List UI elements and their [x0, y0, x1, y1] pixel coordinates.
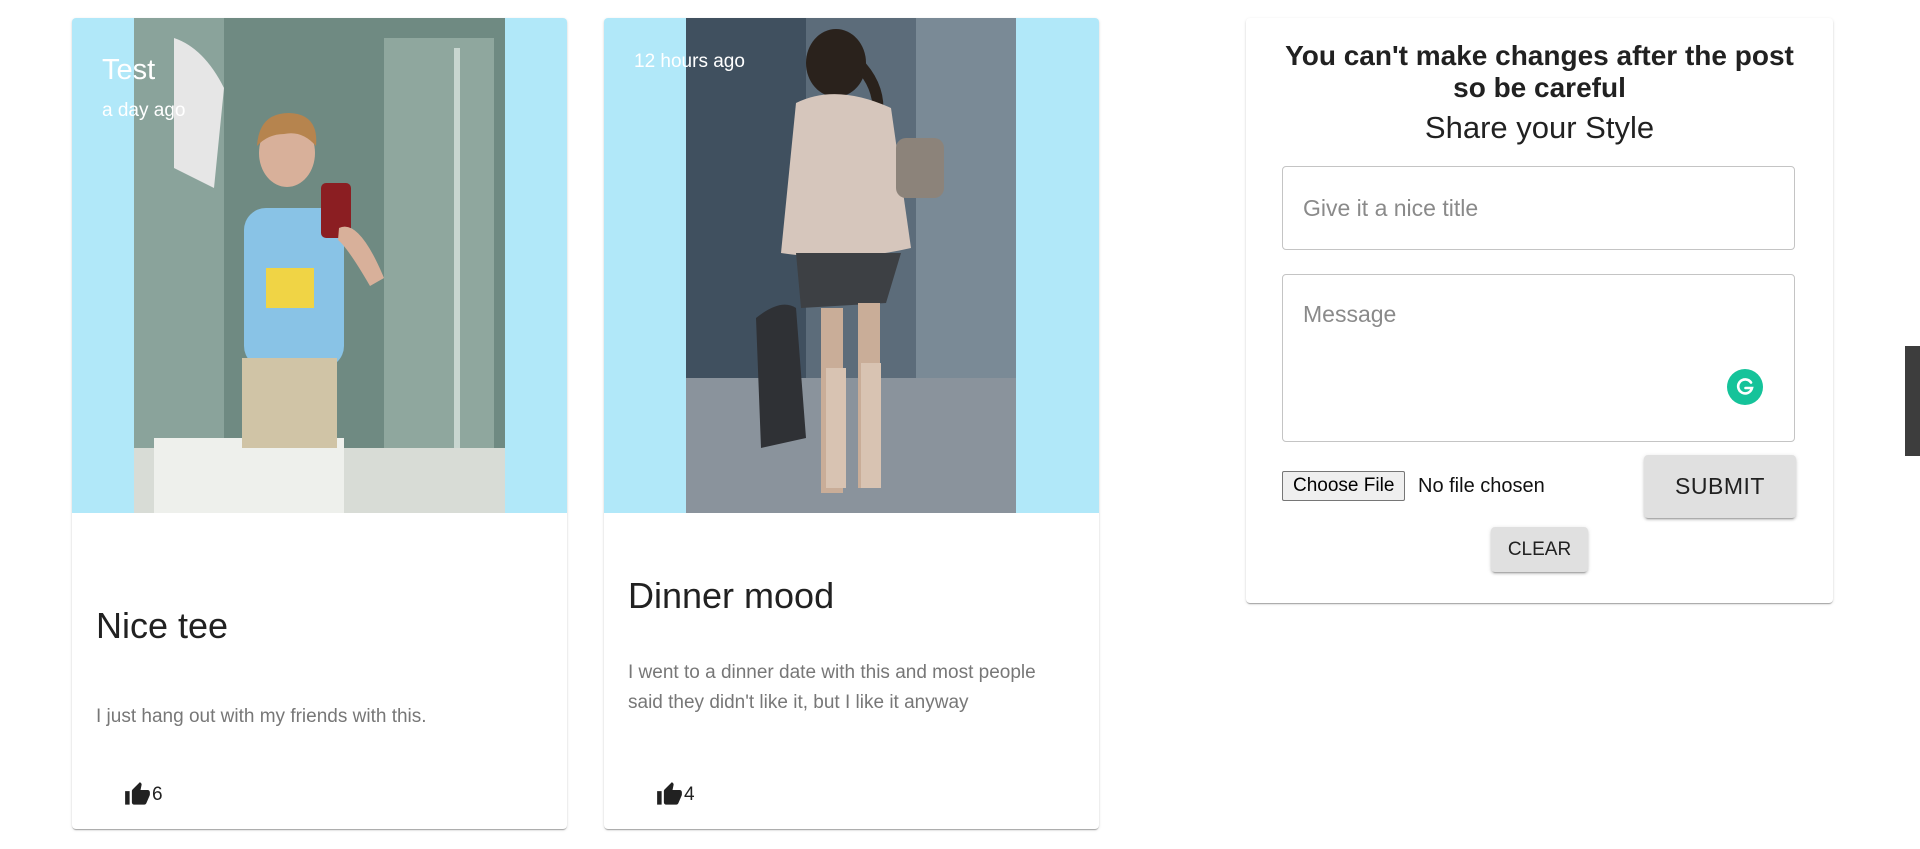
post-photo [134, 18, 505, 513]
grammarly-icon[interactable] [1727, 369, 1763, 405]
post-card: Test a day ago Nice tee I just hang out … [72, 18, 567, 829]
post-message: I went to a dinner date with this and mo… [628, 662, 1036, 713]
title-input[interactable] [1282, 166, 1795, 250]
choose-file-button[interactable]: Choose File [1282, 471, 1406, 501]
form-warning: You can't make changes after the post so… [1285, 40, 1794, 103]
scrollbar[interactable] [1905, 0, 1920, 849]
message-input[interactable] [1282, 274, 1795, 442]
post-image: 12 hours ago [604, 18, 1099, 513]
thumb-up-icon [125, 782, 150, 805]
post-overlay-title: Test [102, 54, 156, 86]
like-count: 6 [152, 783, 163, 805]
file-status: No file chosen [1418, 475, 1545, 497]
post-timestamp: a day ago [102, 100, 186, 121]
like-count: 4 [684, 783, 695, 805]
post-photo [686, 18, 1016, 513]
submit-button[interactable]: SUBMIT [1644, 455, 1796, 518]
create-post-form: You can't make changes after the post so… [1246, 18, 1833, 603]
post-title: Dinner mood [628, 575, 835, 616]
post-message: I just hang out with my friends with thi… [96, 706, 427, 727]
post-image: Test a day ago [72, 18, 567, 513]
post-timestamp: 12 hours ago [634, 51, 745, 72]
like-button[interactable]: 4 [656, 781, 695, 808]
like-button[interactable]: 6 [124, 781, 163, 808]
post-title: Nice tee [96, 605, 229, 646]
thumb-up-icon [657, 782, 682, 805]
scrollbar-thumb[interactable] [1905, 346, 1920, 456]
post-card: 12 hours ago Dinner mood I went to a din… [604, 18, 1099, 829]
clear-button[interactable]: CLEAR [1491, 527, 1588, 572]
form-heading: Share your Style [1424, 110, 1655, 145]
